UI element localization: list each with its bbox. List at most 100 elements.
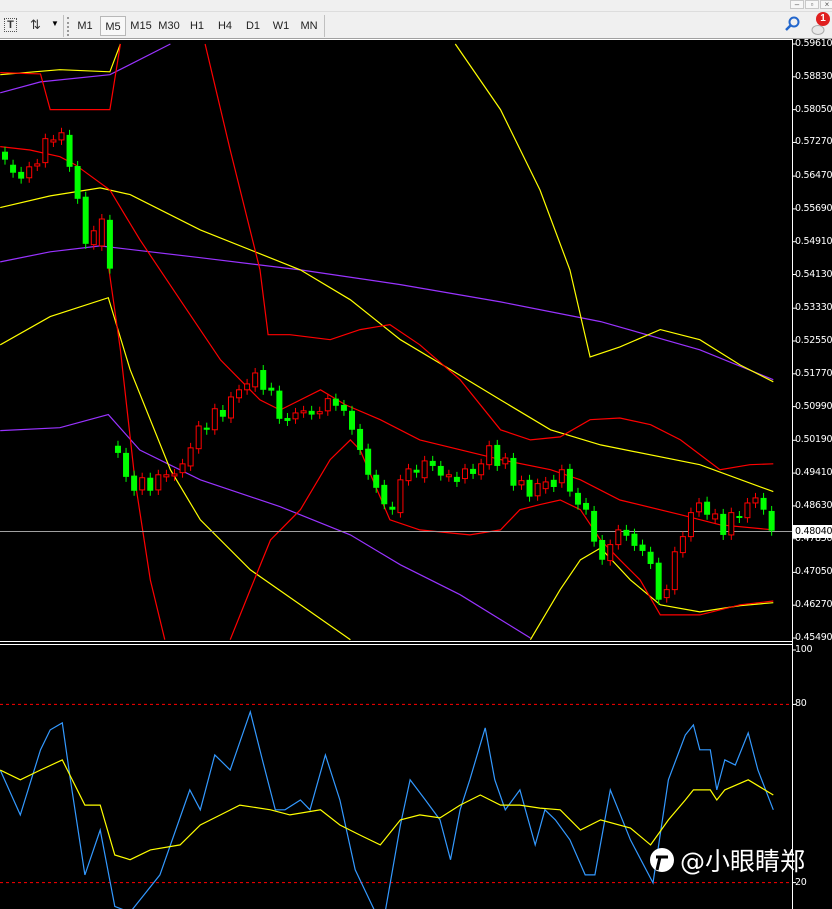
candle-body-bull bbox=[324, 398, 331, 412]
candle bbox=[211, 403, 218, 435]
candle bbox=[373, 469, 380, 493]
candle bbox=[42, 133, 49, 168]
timeframe-m30-button[interactable]: M30 bbox=[156, 16, 182, 36]
timeframe-w1-button[interactable]: W1 bbox=[268, 16, 294, 36]
price-tick-label: 0.50990 bbox=[795, 400, 832, 412]
candle-body-bull bbox=[558, 469, 565, 484]
price-tick-label: 0.59610 bbox=[795, 38, 832, 49]
candle bbox=[381, 479, 388, 510]
price-chart[interactable]: 0.59610 0.58830 0.58050 0.57270 0.56470 0.556… bbox=[0, 38, 832, 909]
chevron-down-icon[interactable]: ▼ bbox=[51, 19, 59, 28]
indicator-line-purple-lower bbox=[0, 413, 531, 639]
candle bbox=[623, 524, 630, 541]
arrow-tool-icon[interactable]: ⇅ bbox=[30, 17, 41, 33]
candle bbox=[647, 546, 654, 569]
candle bbox=[163, 469, 170, 482]
timeframe-m1-button[interactable]: M1 bbox=[72, 16, 98, 36]
candle-body-bull bbox=[671, 551, 678, 591]
restore-button[interactable]: ▫ bbox=[805, 0, 819, 9]
indicator-line-red-upper bbox=[204, 43, 774, 471]
timeframe-mn-button[interactable]: MN bbox=[296, 16, 322, 36]
indicator-line-yellow-long bbox=[454, 43, 774, 383]
timeframe-h4-button[interactable]: H4 bbox=[212, 16, 238, 36]
timeframe-d1-button[interactable]: D1 bbox=[240, 16, 266, 36]
candle-body-bull bbox=[58, 132, 65, 141]
candle-body-bull bbox=[518, 480, 525, 486]
candle bbox=[591, 505, 598, 547]
main-pane bbox=[0, 43, 792, 641]
candle bbox=[276, 385, 283, 424]
candle-body-bull bbox=[397, 479, 404, 514]
candle-body-bull bbox=[445, 474, 452, 478]
indicator-line-red-upper-left bbox=[0, 43, 121, 111]
candle bbox=[252, 367, 259, 392]
candle bbox=[510, 452, 517, 491]
candle bbox=[720, 508, 727, 540]
candle-body-bear bbox=[284, 417, 291, 421]
candle-body-bull bbox=[534, 483, 541, 497]
candle-body-bear bbox=[114, 445, 121, 453]
timeframe-h1-button[interactable]: H1 bbox=[184, 16, 210, 36]
price-tick-label: 0.49410 bbox=[795, 467, 832, 479]
chart-canvas[interactable] bbox=[0, 39, 832, 909]
candle bbox=[123, 447, 130, 482]
price-tick-label: 0.58050 bbox=[795, 103, 832, 115]
candle-body-bull bbox=[139, 477, 146, 491]
candle bbox=[18, 166, 25, 184]
candle-body-bull bbox=[478, 463, 485, 476]
price-tick-label: 0.58830 bbox=[795, 70, 832, 82]
candle bbox=[574, 487, 581, 510]
candle-body-bear bbox=[2, 151, 8, 160]
price-tick-label: 0.52550 bbox=[795, 335, 832, 346]
window-titlebar: – ▫ × bbox=[0, 0, 832, 11]
close-button[interactable]: × bbox=[820, 0, 832, 9]
timeframe-m5-button[interactable]: M5 bbox=[100, 16, 126, 36]
price-tick-label: 0.54910 bbox=[795, 235, 832, 247]
candle bbox=[50, 134, 57, 148]
candle-body-bear bbox=[357, 428, 364, 450]
candle-body-bull bbox=[405, 468, 412, 482]
oscillator-tick-label: 20 bbox=[795, 876, 807, 888]
candle bbox=[139, 472, 146, 495]
candle bbox=[494, 439, 501, 471]
candle bbox=[429, 455, 436, 471]
candle-body-bear bbox=[147, 477, 154, 491]
timeframe-m15-button[interactable]: M15 bbox=[128, 16, 154, 36]
candle bbox=[219, 404, 226, 422]
candle-body-bull bbox=[421, 460, 428, 479]
candle-body-bear bbox=[599, 539, 606, 560]
candle-body-bear bbox=[276, 390, 283, 419]
notifications-icon[interactable]: 1 bbox=[810, 12, 832, 38]
oscillator-line-main bbox=[0, 709, 774, 909]
candle-body-bear bbox=[219, 409, 226, 417]
candle-body-bear bbox=[381, 484, 388, 505]
candle-body-bull bbox=[461, 468, 468, 480]
candle-body-bull bbox=[179, 463, 186, 474]
candle-body-bear bbox=[437, 465, 444, 476]
candle bbox=[655, 557, 662, 605]
candle-body-bear bbox=[131, 475, 138, 491]
candle-body-bear bbox=[332, 398, 339, 406]
price-tick-label: 0.47050 bbox=[795, 566, 832, 578]
candle bbox=[445, 469, 452, 482]
candle-body-bear bbox=[453, 476, 460, 482]
candle-body-bear bbox=[655, 562, 662, 600]
candle-body-bull bbox=[42, 138, 49, 164]
candle bbox=[114, 440, 121, 458]
candle bbox=[187, 442, 194, 471]
search-icon[interactable] bbox=[784, 15, 800, 33]
candle bbox=[526, 474, 533, 502]
text-tool-icon[interactable]: T bbox=[4, 18, 17, 32]
candle bbox=[550, 474, 557, 492]
candle-body-bull bbox=[244, 383, 251, 391]
minimize-button[interactable]: – bbox=[790, 0, 804, 9]
candle-body-bear bbox=[349, 410, 356, 430]
candle-body-bull bbox=[712, 513, 719, 520]
candle-body-bear bbox=[340, 404, 347, 411]
candle bbox=[34, 158, 41, 171]
candle-body-bull bbox=[163, 474, 170, 478]
candle bbox=[236, 384, 243, 403]
candle-body-bear bbox=[106, 219, 113, 269]
candle bbox=[704, 496, 711, 520]
toolbar-grip[interactable] bbox=[67, 17, 70, 36]
